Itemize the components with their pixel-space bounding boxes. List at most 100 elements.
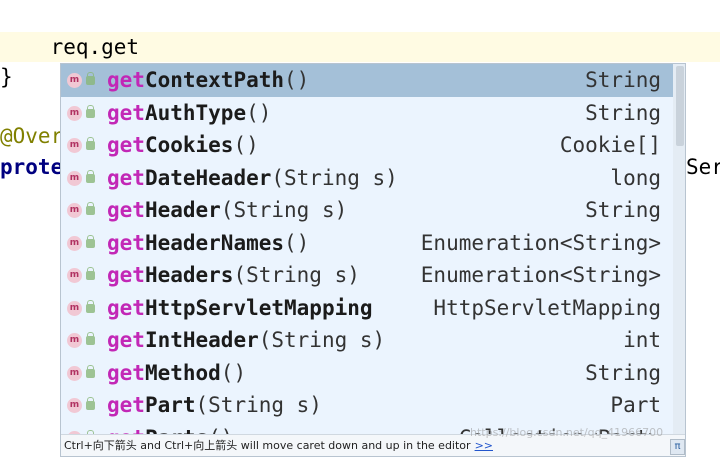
return-type: String: [585, 100, 661, 125]
method-name: Cookies: [144, 133, 234, 157]
completion-item[interactable]: m getPart(String s) Part: [61, 389, 673, 422]
return-type: String: [585, 68, 661, 92]
method-icon: m: [67, 398, 82, 413]
method-icon: m: [67, 365, 82, 381]
completion-item[interactable]: m getIntHeader(String s) int: [61, 324, 673, 357]
code-completion-popup[interactable]: m getContextPath() String m getAuthType() Str…: [60, 63, 686, 457]
hint-more-link[interactable]: >>: [475, 439, 493, 452]
match-prefix: get: [107, 295, 145, 320]
method-params: (): [208, 426, 233, 435]
method-signature: getHttpServletMapping: [107, 292, 373, 325]
scrollbar-thumb[interactable]: [676, 66, 684, 146]
method-name: HeaderNames: [144, 230, 285, 255]
method-params: (String s): [233, 263, 360, 287]
match-prefix: get: [107, 360, 145, 385]
completion-item[interactable]: m getContextPath() String: [61, 64, 673, 97]
lock-icon: [86, 202, 95, 215]
lock-icon: [86, 397, 95, 410]
lock-icon: [86, 104, 95, 118]
match-prefix: get: [107, 165, 145, 190]
lock-icon: [86, 267, 95, 280]
method-signature: getMethod(): [107, 357, 246, 390]
method-name: Parts: [145, 426, 208, 435]
return-type: int: [623, 328, 661, 352]
match-prefix: get: [107, 328, 145, 352]
method-signature: getHeaderNames(): [107, 227, 309, 260]
match-prefix: get: [107, 68, 145, 92]
method-name: Method: [144, 360, 221, 385]
completion-item[interactable]: m getHeader(String s) String: [61, 194, 673, 227]
match-prefix: get: [107, 393, 145, 417]
lock-icon: [86, 299, 95, 313]
lock-icon: [86, 364, 95, 378]
method-icon: m: [67, 268, 82, 283]
method-name: IntHeader: [144, 328, 259, 352]
completion-item[interactable]: m getHeaderNames() Enumeration<String>: [61, 227, 673, 260]
popup-scrollbar[interactable]: [673, 64, 685, 456]
method-signature: getContextPath(): [107, 64, 309, 97]
method-name: HttpServletMapping: [144, 295, 373, 320]
method-icon: m: [67, 203, 82, 218]
completion-item[interactable]: m getAuthType() String: [61, 97, 673, 130]
method-params: (): [233, 133, 259, 157]
method-icon: m: [67, 235, 82, 251]
method-params: (): [284, 68, 310, 92]
match-prefix: get: [107, 426, 145, 435]
method-name: Header: [144, 198, 221, 222]
completion-item[interactable]: m getHttpServletMapping HttpServletMapping: [61, 292, 673, 325]
match-prefix: get: [107, 263, 145, 287]
return-type: HttpServletMapping: [433, 295, 661, 320]
match-prefix: get: [107, 230, 145, 255]
return-type: Cookie[]: [559, 133, 661, 157]
completion-item[interactable]: m getDateHeader(String s) long: [61, 162, 673, 195]
method-params: (String s): [220, 198, 348, 222]
hint-text: Ctrl+向下箭头 and Ctrl+向上箭头 will move caret …: [64, 439, 471, 452]
method-name: DateHeader: [144, 165, 272, 190]
completion-item[interactable]: m getMethod() String: [61, 357, 673, 390]
method-params: (): [284, 230, 310, 255]
method-signature: getIntHeader(String s): [107, 324, 385, 357]
method-params: (): [246, 100, 272, 125]
method-icon: m: [67, 138, 82, 153]
code-fragment-right: Ser: [686, 155, 720, 179]
method-icon: m: [67, 333, 82, 348]
method-signature: getDateHeader(String s): [107, 162, 398, 195]
completion-list[interactable]: m getContextPath() String m getAuthType() Str…: [61, 64, 673, 434]
method-name: Headers: [144, 263, 234, 287]
method-name: ContextPath: [144, 68, 285, 92]
pi-toggle-button[interactable]: π: [670, 439, 685, 455]
completion-item[interactable]: m getCookies() Cookie[]: [61, 129, 673, 162]
return-type: String: [585, 360, 661, 385]
return-type: long: [610, 165, 661, 190]
code-line-annotation[interactable]: @Over: [0, 121, 63, 151]
method-signature: getCookies(): [107, 129, 259, 162]
method-signature: getHeaders(String s): [107, 259, 360, 292]
lock-icon: [86, 234, 95, 248]
method-params: (String s): [271, 165, 398, 190]
lock-icon: [86, 332, 95, 345]
lock-icon: [86, 169, 95, 183]
code-line-protected[interactable]: prote: [0, 152, 63, 182]
method-icon: m: [67, 170, 82, 186]
method-icon: m: [67, 73, 82, 88]
match-prefix: get: [107, 198, 145, 222]
method-params: (String s): [258, 328, 386, 352]
method-signature: getParts(): [107, 422, 233, 435]
method-signature: getHeader(String s): [107, 194, 347, 227]
return-type: Enumeration<String>: [420, 230, 661, 255]
lock-icon: [86, 137, 95, 150]
match-prefix: get: [107, 100, 145, 125]
completion-item[interactable]: m getHeaders(String s) Enumeration<String>: [61, 259, 673, 292]
code-line-brace[interactable]: }: [0, 62, 13, 92]
return-type: Part: [610, 393, 661, 417]
method-icon: m: [67, 105, 82, 121]
watermark: https://blog.csdn.net/qq_41966700: [470, 426, 664, 439]
return-type: String: [585, 198, 661, 222]
method-icon: m: [67, 300, 82, 316]
code-line-current[interactable]: req.get: [0, 32, 720, 62]
return-type: Enumeration<String>: [420, 263, 661, 287]
method-params: (String s): [195, 393, 322, 417]
method-params: (): [220, 360, 247, 385]
lock-icon: [86, 72, 95, 85]
match-prefix: get: [107, 133, 145, 157]
